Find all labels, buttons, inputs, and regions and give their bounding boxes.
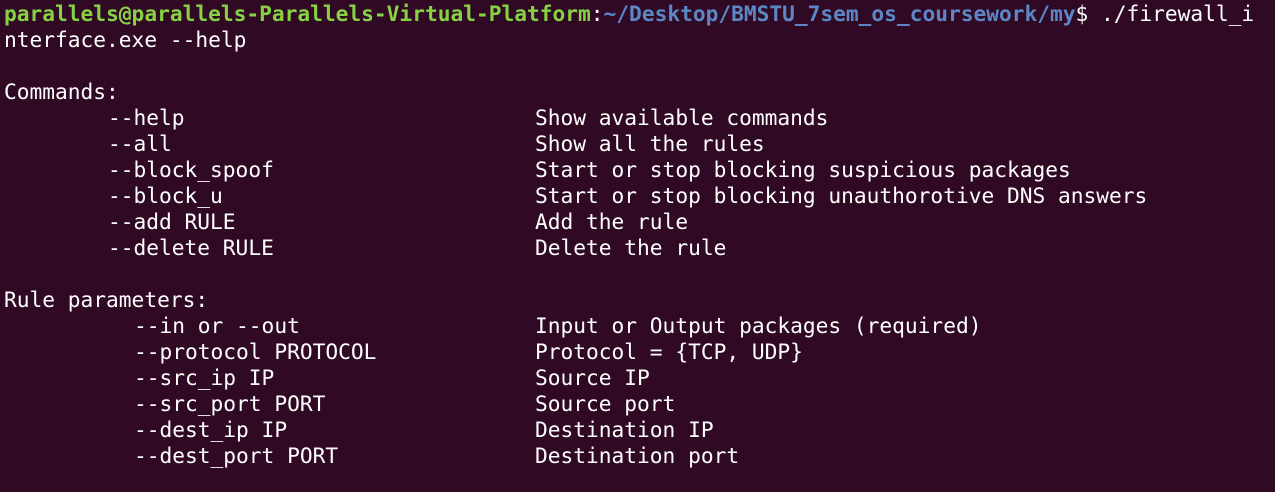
prompt-line: parallels@parallels-Parallels-Virtual-Pl… <box>4 1 1254 27</box>
rule-parameter-description: Destination port <box>535 443 740 468</box>
typed-command: ./firewall_i <box>1101 1 1255 26</box>
rule-parameters-heading: Rule parameters: <box>4 287 209 312</box>
prompt-user-host: parallels@parallels-Parallels-Virtual-Pl… <box>4 1 591 26</box>
rule-parameter-flag: --in or --out <box>134 313 300 338</box>
command-wrap-line: nterface.exe --help <box>4 27 246 53</box>
rule-parameter-description: Destination IP <box>535 417 714 442</box>
command-description: Add the rule <box>535 209 689 234</box>
command-flag: --block_u <box>108 183 223 208</box>
rule-parameter-flag: --protocol PROTOCOL <box>134 339 377 364</box>
rule-parameter-flag: --src_ip IP <box>134 365 275 390</box>
rule-parameter-flag: --dest_port PORT <box>134 443 339 468</box>
prompt-path: ~/Desktop/BMSTU_7sem_os_coursework/my <box>603 1 1076 26</box>
command-description: Start or stop blocking suspicious packag… <box>535 157 1071 182</box>
command-flag: --add RULE <box>108 209 236 234</box>
prompt-colon: : <box>590 1 604 26</box>
command-flag: --all <box>108 131 172 156</box>
command-description: Show all the rules <box>535 131 765 156</box>
rule-parameter-description: Protocol = {TCP, UDP} <box>535 339 803 364</box>
rule-parameter-flag: --dest_ip IP <box>134 417 288 442</box>
command-description: Start or stop blocking unauthorotive DNS… <box>535 183 1148 208</box>
commands-heading: Commands: <box>4 79 119 104</box>
typed-command-continuation: nterface.exe --help <box>4 27 247 52</box>
rule-parameter-flag: --src_port PORT <box>134 391 326 416</box>
command-flag: --help <box>108 105 185 130</box>
command-description: Delete the rule <box>535 235 727 260</box>
command-description: Show available commands <box>535 105 829 130</box>
rule-parameter-description: Source IP <box>535 365 650 390</box>
rule-parameter-description: Input or Output packages (required) <box>535 313 982 338</box>
command-flag: --delete RULE <box>108 235 274 260</box>
terminal-window[interactable]: parallels@parallels-Parallels-Virtual-Pl… <box>0 0 1275 492</box>
prompt-symbol: $ <box>1075 1 1102 26</box>
rule-parameter-description: Source port <box>535 391 676 416</box>
command-flag: --block_spoof <box>108 157 274 182</box>
